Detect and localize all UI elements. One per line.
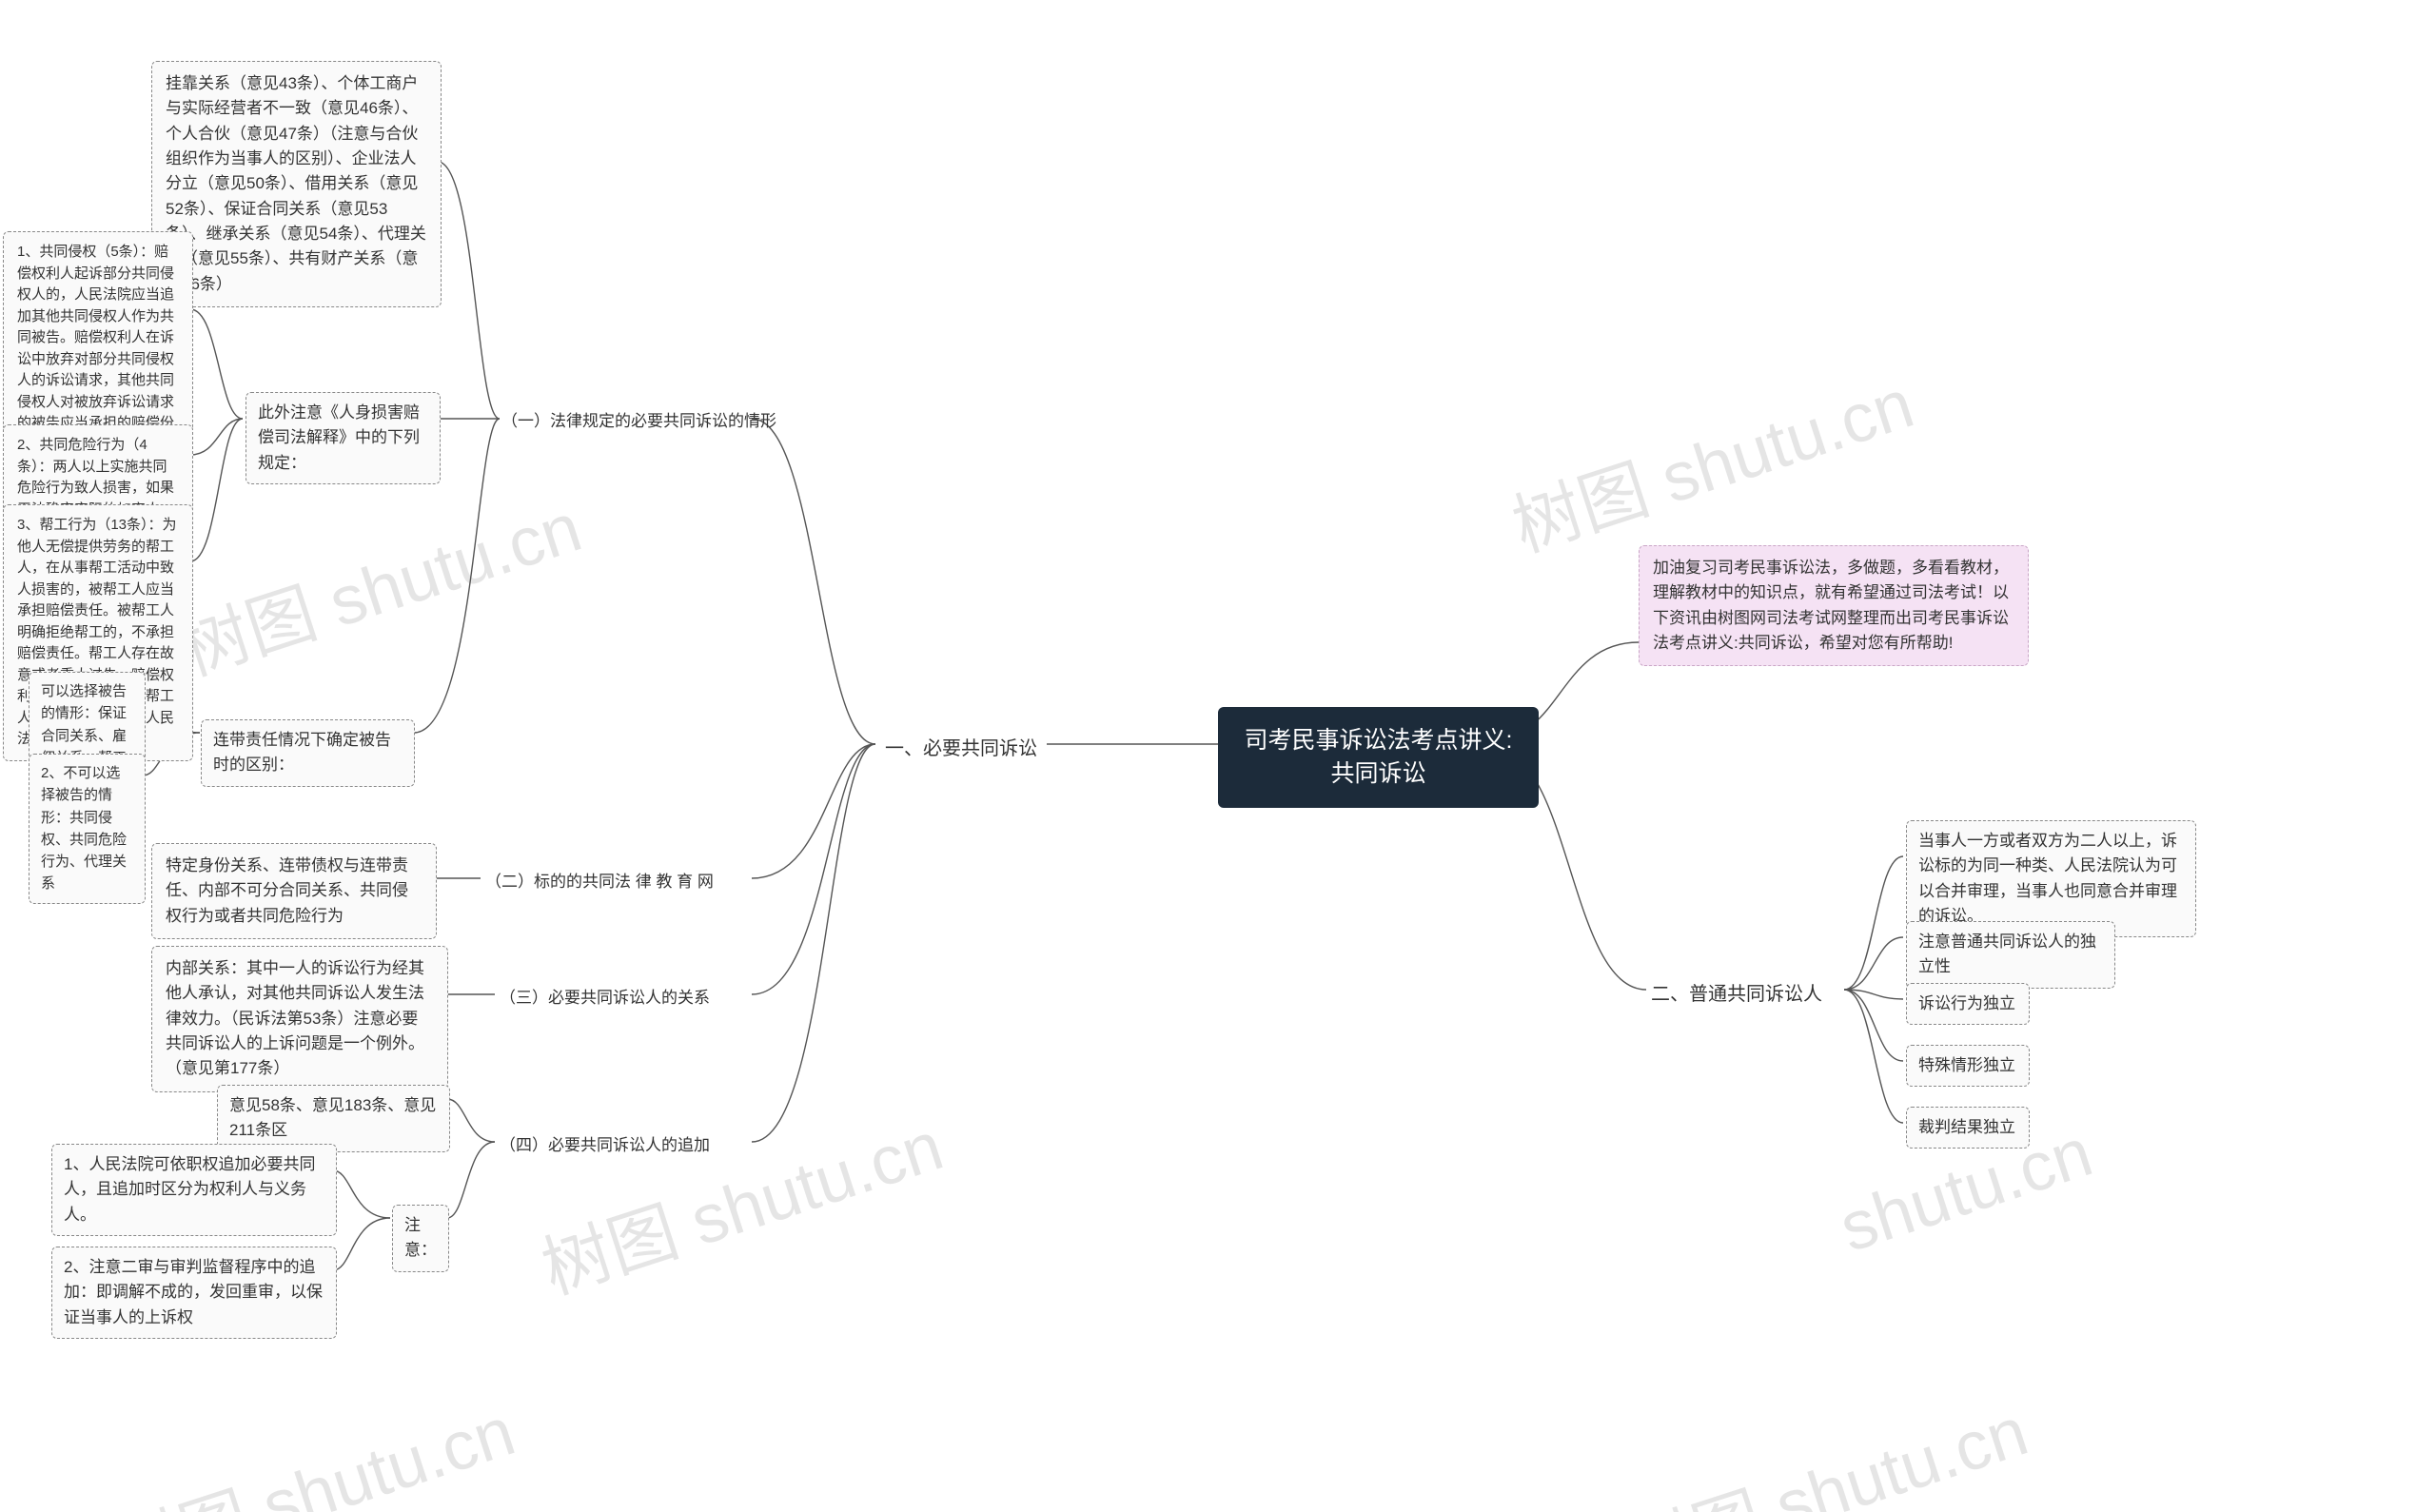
node-s1-3-b: 2、不可以选择被告的情形：共同侵权、共同危险行为、代理关系: [29, 754, 146, 904]
node-r-d: 特殊情形独立: [1906, 1045, 2030, 1087]
root-title-line2: 共同诉讼: [1239, 757, 1518, 791]
node-s4-b-label: 注意：: [392, 1205, 449, 1272]
node-s1-3-label: 连带责任情况下确定被告时的区别：: [201, 719, 415, 787]
node-s4-b-ii: 2、注意二审与审判监督程序中的追加：即调解不成的，发回重审，以保证当事人的上诉权: [51, 1247, 337, 1339]
section-1-label: （一）法律规定的必要共同诉讼的情形: [501, 407, 776, 431]
watermark: 树图 shutu.cn: [527, 1090, 953, 1313]
watermark: 树图 shutu.cn: [166, 471, 591, 695]
watermark: 树图 shutu.cn: [1612, 1375, 2037, 1512]
root-node: 司考民事诉讼法考点讲义: 共同诉讼: [1218, 707, 1539, 808]
node-s4-b-i: 1、人民法院可依职权追加必要共同人，且追加时区分为权利人与义务人。: [51, 1144, 337, 1236]
section-3-label: （三）必要共同诉讼人的关系: [500, 984, 710, 1008]
node-s1-1: 挂靠关系（意见43条）、个体工商户与实际经营者不一致（意见46条）、个人合伙（意…: [151, 61, 442, 307]
node-r-a: 当事人一方或者双方为二人以上，诉讼标的为同一种类、人民法院认为可以合并审理，当事…: [1906, 820, 2196, 937]
node-s1-2-label: 此外注意《人身损害赔偿司法解释》中的下列规定：: [246, 392, 441, 484]
intro-node: 加油复习司考民事诉讼法，多做题，多看看教材，理解教材中的知识点，就有希望通过司法…: [1639, 545, 2029, 666]
section-4-label: （四）必要共同诉讼人的追加: [500, 1131, 710, 1155]
node-r-e: 裁判结果独立: [1906, 1107, 2030, 1149]
branch-ordinary-joint-litigants: 二、普通共同诉讼人: [1651, 978, 1822, 1006]
node-r-b: 注意普通共同诉讼人的独立性: [1906, 921, 2115, 989]
branch-necessary-joint-litigation: 一、必要共同诉讼: [885, 733, 1037, 760]
section-2-label: （二）标的的共同法 律 教 育 网: [485, 868, 714, 892]
node-r-c: 诉讼行为独立: [1906, 983, 2030, 1025]
node-s4-a: 意见58条、意见183条、意见211条区: [217, 1085, 450, 1152]
node-s2-content: 特定身份关系、连带债权与连带责任、内部不可分合同关系、共同侵权行为或者共同危险行…: [151, 843, 437, 939]
watermark: 树图 shutu.cn: [1498, 347, 1923, 571]
watermark: 树图 shutu.cn: [99, 1375, 524, 1512]
node-s3-content: 内部关系：其中一人的诉讼行为经其他人承认，对其他共同诉讼人发生法律效力。（民诉法…: [151, 946, 448, 1092]
root-title-line1: 司考民事诉讼法考点讲义:: [1239, 724, 1518, 757]
